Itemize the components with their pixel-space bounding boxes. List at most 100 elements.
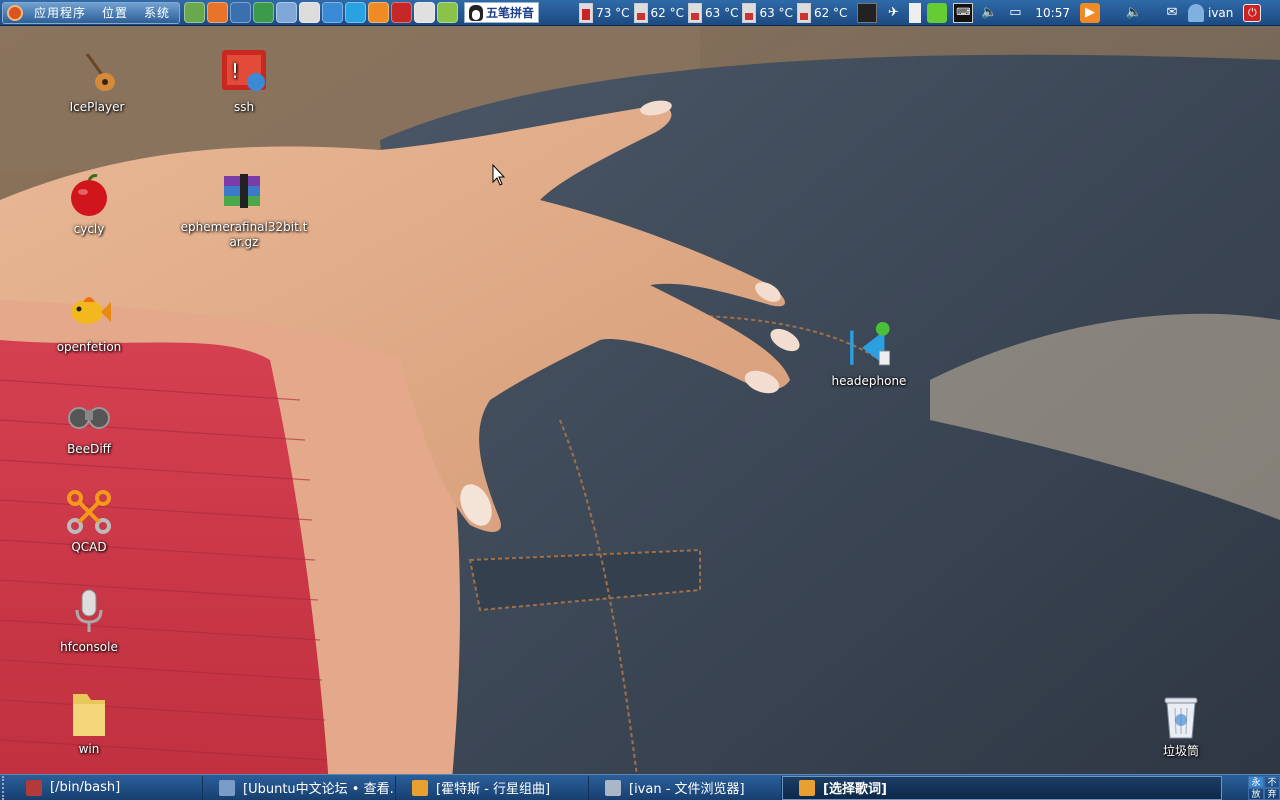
desktop-icon-label: win	[78, 742, 100, 756]
user-switcher[interactable]: ivan	[1188, 3, 1234, 22]
folder-icon	[65, 690, 113, 738]
chrome-icon[interactable]	[253, 2, 275, 23]
keyboard-icon[interactable]	[414, 2, 436, 23]
menu-system[interactable]: 系统	[139, 4, 175, 21]
desktop-icon-openfetion[interactable]: openfetion	[24, 288, 154, 355]
network-icon[interactable]	[322, 2, 344, 23]
panel-grip[interactable]	[2, 775, 10, 800]
archive-icon	[220, 168, 268, 216]
main-menu-bar[interactable]: 应用程序 位置 系统	[2, 1, 181, 24]
taskbar-label: [Ubuntu中文论坛 • 查看...	[243, 782, 396, 797]
taskbar-button[interactable]: [霍特斯 - 行星组曲]	[396, 775, 589, 800]
file-browser-icon	[605, 779, 621, 796]
taskbar-button[interactable]: [Ubuntu中文论坛 • 查看...	[203, 775, 396, 800]
desktop-icon-qcad[interactable]: QCAD	[24, 488, 154, 555]
desktop-icon-label: QCAD	[71, 540, 107, 554]
desktop-icon-archive[interactable]: ephemerafinal32bit.tar.gz	[179, 168, 309, 250]
clock[interactable]: 10:57	[1031, 6, 1074, 20]
user-icon	[1188, 3, 1204, 22]
taskbar-label: [霍特斯 - 行星组曲]	[436, 782, 551, 797]
headphone-launcher-icon	[845, 322, 893, 370]
workspace-switcher: 永不放弃	[1248, 775, 1280, 800]
thunderbird-icon[interactable]	[230, 2, 252, 23]
speaker-icon[interactable]: 🔈	[1124, 3, 1144, 23]
desktop-icon-label: BeeDiff	[67, 442, 111, 456]
temperature-sensor[interactable]: 63 °C	[742, 2, 793, 23]
temperature-value: 62 °C	[650, 5, 684, 20]
desktop-icon-beediff[interactable]: BeeDiff	[24, 390, 154, 457]
desktop-icon-iceplayer[interactable]: IcePlayer	[32, 48, 162, 115]
input-method-label: 五笔拼音	[486, 6, 535, 20]
desktop-icon-trash[interactable]: 垃圾筒	[1116, 692, 1246, 759]
display-icon[interactable]: ▭	[1005, 3, 1025, 23]
thermometer-icon	[742, 2, 757, 23]
shutdown-icon[interactable]: ⏻	[1243, 3, 1262, 22]
bird-icon[interactable]: ✈	[883, 3, 903, 23]
media-player-tray-icon[interactable]: ▶	[1080, 2, 1100, 23]
taskbar-button[interactable]: [选择歌词]	[782, 775, 1222, 800]
desktop-icon-ssh[interactable]: ! ssh	[179, 48, 309, 115]
desktop-icon-label: hfconsole	[60, 640, 118, 654]
firefox-icon[interactable]	[207, 2, 229, 23]
desktop-icon-headephone[interactable]: headephone	[804, 322, 934, 389]
input-method-button[interactable]: 五笔拼音	[464, 2, 540, 23]
cpu-graph-icon[interactable]	[857, 2, 878, 23]
penguin-icon	[469, 4, 484, 21]
desktop-icon-label: cycly	[73, 222, 105, 236]
media-player-icon	[799, 779, 815, 796]
menu-places[interactable]: 位置	[97, 4, 133, 21]
apple-icon	[65, 170, 113, 218]
temperature-value: 63 °C	[759, 5, 793, 20]
flash-card-icon[interactable]	[391, 2, 413, 23]
trash-icon	[1157, 692, 1205, 740]
clipboard-icon[interactable]	[909, 2, 922, 23]
task-list: [/bin/bash] [Ubuntu中文论坛 • 查看... [霍特斯 - 行星组…	[10, 775, 1222, 800]
taskbar-label: [选择歌词]	[823, 782, 887, 797]
desktop-icon-label: 垃圾筒	[1162, 744, 1199, 758]
image-viewer-icon[interactable]	[184, 2, 206, 23]
temperature-sensor[interactable]: 62 °C	[796, 2, 848, 23]
temperature-sensor[interactable]: 63 °C	[688, 2, 739, 23]
menu-applications[interactable]: 应用程序	[29, 4, 91, 21]
thermometer-icon	[688, 2, 702, 23]
volume-icon[interactable]: 🔈	[979, 3, 999, 23]
temperature-sensor[interactable]: 73 °C	[579, 2, 630, 23]
desktop-icon-label: ephemerafinal32bit.tar.gz	[180, 220, 308, 249]
skype-icon[interactable]	[345, 2, 367, 23]
desktop-icon-hfconsole[interactable]: hfconsole	[24, 588, 154, 655]
update-manager-icon[interactable]	[927, 2, 948, 23]
system-tray: ✈ ⌨ 🔈 ▭ 10:57 ▶ 🔈 ✉	[857, 2, 1182, 23]
qcad-icon	[65, 488, 113, 536]
dictionary-icon[interactable]	[437, 2, 459, 23]
temperature-value: 63 °C	[705, 5, 739, 20]
thermometer-icon	[796, 2, 811, 23]
guitar-icon	[73, 48, 121, 96]
mail-icon[interactable]: ✉	[1162, 3, 1182, 23]
workspace-1[interactable]: 永	[1248, 775, 1264, 788]
taskbar-button[interactable]: [/bin/bash]	[10, 775, 203, 800]
workspace-4[interactable]: 弃	[1264, 787, 1280, 800]
media-player-icon[interactable]	[368, 2, 390, 23]
desktop-icon-label: ssh	[233, 100, 255, 114]
microphone-icon	[65, 588, 113, 636]
binoculars-icon	[65, 390, 113, 438]
ubuntu-logo-icon	[7, 4, 23, 21]
temperature-sensor[interactable]: 62 °C	[633, 2, 684, 23]
pidgin-icon[interactable]	[276, 2, 298, 23]
taskbar-label: [/bin/bash]	[50, 780, 121, 795]
top-panel: 应用程序 位置 系统 五笔拼音 73 °C 62 °C 63 °C 63 °C 62 °…	[0, 0, 1280, 26]
desktop-icon-label: headephone	[831, 374, 907, 388]
media-player-icon	[412, 779, 428, 796]
screenshot-icon[interactable]	[299, 2, 321, 23]
desktop-icon-cycly[interactable]: cycly	[24, 170, 154, 237]
workspace-2[interactable]: 不	[1264, 775, 1280, 788]
workspace-3[interactable]: 放	[1248, 787, 1264, 800]
mouse-cursor-icon	[492, 163, 506, 190]
keyboard-indicator-icon[interactable]: ⌨	[953, 2, 974, 23]
desktop-icon-label: openfetion	[56, 340, 122, 354]
svg-text:!: !	[231, 59, 239, 83]
username-label: ivan	[1208, 5, 1234, 20]
taskbar-button[interactable]: [ivan - 文件浏览器]	[589, 775, 782, 800]
temperature-value: 62 °C	[813, 5, 848, 20]
desktop-icon-win[interactable]: win	[24, 690, 154, 757]
